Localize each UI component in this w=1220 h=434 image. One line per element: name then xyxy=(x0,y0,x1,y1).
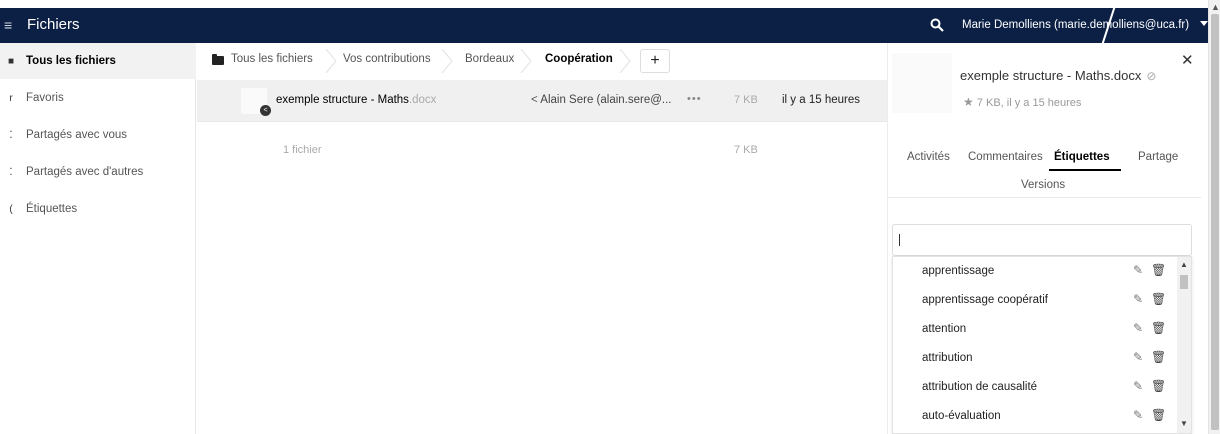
tag-input[interactable] xyxy=(892,224,1192,256)
tab-versions[interactable]: Versions xyxy=(1021,179,1065,191)
tag-label: attribution xyxy=(922,352,973,364)
search-icon[interactable] xyxy=(930,18,944,32)
pencil-icon[interactable]: ✎ xyxy=(1133,263,1143,277)
tag-item[interactable]: attention ✎ 🗑 xyxy=(893,315,1175,344)
pencil-icon[interactable]: ✎ xyxy=(1133,321,1143,335)
scrollbar-thumb[interactable] xyxy=(1180,275,1188,289)
trash-icon[interactable]: 🗑 xyxy=(1151,263,1166,277)
tab-comments[interactable]: Commentaires xyxy=(968,151,1043,163)
details-title-text: exemple structure - Maths.docx xyxy=(960,68,1142,83)
tag-label: apprentissage xyxy=(922,265,995,277)
share-icon: ⁚ xyxy=(9,166,13,178)
tag-label: attribution de causalité xyxy=(922,381,1038,393)
trash-icon[interactable]: 🗑 xyxy=(1151,292,1166,306)
tag-list-scrollbar[interactable]: ▲ ▼ xyxy=(1177,257,1191,433)
breadcrumb-separator-icon xyxy=(441,49,453,73)
tab-tags[interactable]: Étiquettes xyxy=(1054,151,1110,163)
total-size-summary: 7 KB xyxy=(734,144,758,156)
tag-item[interactable]: attribution de causalité ✎ 🗑 xyxy=(893,373,1175,402)
sidebar-item-label: Favoris xyxy=(26,92,64,104)
star-icon[interactable]: ★ xyxy=(963,95,974,109)
breadcrumb: Tous les fichiers Vos contributions Bord… xyxy=(197,43,887,79)
breadcrumb-separator-icon xyxy=(325,49,337,73)
trash-icon[interactable]: 🗑 xyxy=(1151,408,1166,422)
user-menu[interactable]: Marie Demolliens (marie.demolliens@uca.f… xyxy=(962,19,1189,31)
tag-item[interactable]: apprentissage coopératif ✎ 🗑 xyxy=(893,286,1175,315)
menu-icon[interactable]: ≡ xyxy=(4,17,12,33)
tag-item[interactable]: apprentissage ✎ 🗑 xyxy=(893,257,1175,286)
close-icon[interactable]: ✕ xyxy=(1181,51,1194,69)
sidebar-item-label: Partagés avec d'autres xyxy=(26,166,144,178)
home-folder-icon[interactable] xyxy=(212,54,224,65)
file-share-status[interactable]: < Alain Sere (alain.sere@... xyxy=(531,94,672,106)
page-scrollbar[interactable]: ▲ xyxy=(1208,0,1220,434)
tag-item[interactable]: attribution ✎ 🗑 xyxy=(893,344,1175,373)
breadcrumb-separator-icon xyxy=(619,49,631,73)
app-title[interactable]: Fichiers xyxy=(27,16,80,33)
details-panel: ✕ exemple structure - Maths.docx ⊘ ★ 7 KB… xyxy=(887,43,1201,434)
top-header: ≡ Fichiers Marie Demolliens (marie.demol… xyxy=(0,0,1208,48)
tag-item[interactable]: auto-évaluation ✎ 🗑 xyxy=(893,402,1175,431)
tag-label: apprentissage coopératif xyxy=(922,294,1048,306)
pencil-icon[interactable]: ✎ xyxy=(1133,379,1143,393)
folder-icon: ■ xyxy=(7,55,15,67)
breadcrumb-current[interactable]: Coopération xyxy=(545,53,613,65)
scroll-down-icon[interactable]: ▼ xyxy=(1180,419,1188,428)
file-modified: il y a 15 heures xyxy=(782,94,860,106)
details-meta: ★ 7 KB, il y a 15 heures xyxy=(963,95,1081,109)
details-thumbnail xyxy=(892,53,952,113)
sidebar-item-all-files[interactable]: ■ Tous les fichiers xyxy=(0,43,196,79)
trash-icon[interactable]: 🗑 xyxy=(1151,321,1166,335)
share-icon: < xyxy=(531,94,538,106)
pencil-icon[interactable]: ✎ xyxy=(1133,408,1143,422)
text-cursor xyxy=(899,234,900,246)
star-icon: r xyxy=(9,92,13,104)
sidebar-item-shared-with-you[interactable]: ⁚ Partagés avec vous xyxy=(0,117,196,153)
chevron-down-icon[interactable] xyxy=(1200,21,1208,26)
details-meta-text: 7 KB, il y a 15 heures xyxy=(976,97,1082,109)
sidebar-item-favorites[interactable]: r Favoris xyxy=(0,80,196,116)
breadcrumb-separator-icon xyxy=(520,49,532,73)
trash-icon[interactable]: 🗑 xyxy=(1151,350,1166,364)
details-tabs: Activités Commentaires Étiquettes Partag… xyxy=(888,143,1201,198)
file-name[interactable]: exemple structure - Maths.docx xyxy=(276,94,436,106)
sidebar-item-shared-with-others[interactable]: ⁚ Partagés avec d'autres xyxy=(0,154,196,190)
link-icon[interactable]: ⊘ xyxy=(1146,69,1156,83)
tab-activities[interactable]: Activités xyxy=(907,151,950,163)
tab-sharing[interactable]: Partage xyxy=(1138,151,1178,163)
tag-label: auto-évaluation xyxy=(922,410,1001,422)
file-count-summary: 1 fichier xyxy=(283,144,322,156)
breadcrumb-item[interactable]: Tous les fichiers xyxy=(231,53,313,65)
scroll-up-icon[interactable]: ▲ xyxy=(1211,2,1220,12)
sidebar-item-tags[interactable]: ( Étiquettes xyxy=(0,191,196,227)
sidebar-item-label: Étiquettes xyxy=(26,203,78,215)
shared-with-label: Alain Sere (alain.sere@... xyxy=(540,94,672,106)
file-basename: exemple structure - Maths xyxy=(276,94,409,106)
share-icon: ⁚ xyxy=(9,129,13,141)
tag-dropdown: apprentissage ✎ 🗑 apprentissage coopérat… xyxy=(892,256,1192,434)
sidebar-item-label: Partagés avec vous xyxy=(26,129,128,141)
sidebar-item-label: Tous les fichiers xyxy=(26,55,116,67)
trash-icon[interactable]: 🗑 xyxy=(1151,379,1166,393)
file-size: 7 KB xyxy=(734,94,758,106)
tag-icon: ( xyxy=(9,203,13,215)
scrollbar-thumb[interactable] xyxy=(1211,14,1219,430)
breadcrumb-item[interactable]: Bordeaux xyxy=(465,53,514,65)
details-title: exemple structure - Maths.docx ⊘ xyxy=(960,68,1156,83)
breadcrumb-item[interactable]: Vos contributions xyxy=(343,53,431,65)
pencil-icon[interactable]: ✎ xyxy=(1133,292,1143,306)
scroll-up-icon[interactable]: ▲ xyxy=(1180,260,1188,269)
more-actions-button[interactable]: ••• xyxy=(687,93,702,105)
file-row[interactable]: < exemple structure - Maths.docx < Alain… xyxy=(197,80,887,122)
active-tab-indicator xyxy=(1049,169,1121,171)
sidebar: ■ Tous les fichiers r Favoris ⁚ Partagés… xyxy=(0,43,196,434)
pencil-icon[interactable]: ✎ xyxy=(1133,350,1143,364)
file-extension: .docx xyxy=(408,94,437,106)
tag-label: attention xyxy=(922,323,967,335)
share-icon: < xyxy=(260,105,271,116)
add-button[interactable]: + xyxy=(640,49,670,73)
